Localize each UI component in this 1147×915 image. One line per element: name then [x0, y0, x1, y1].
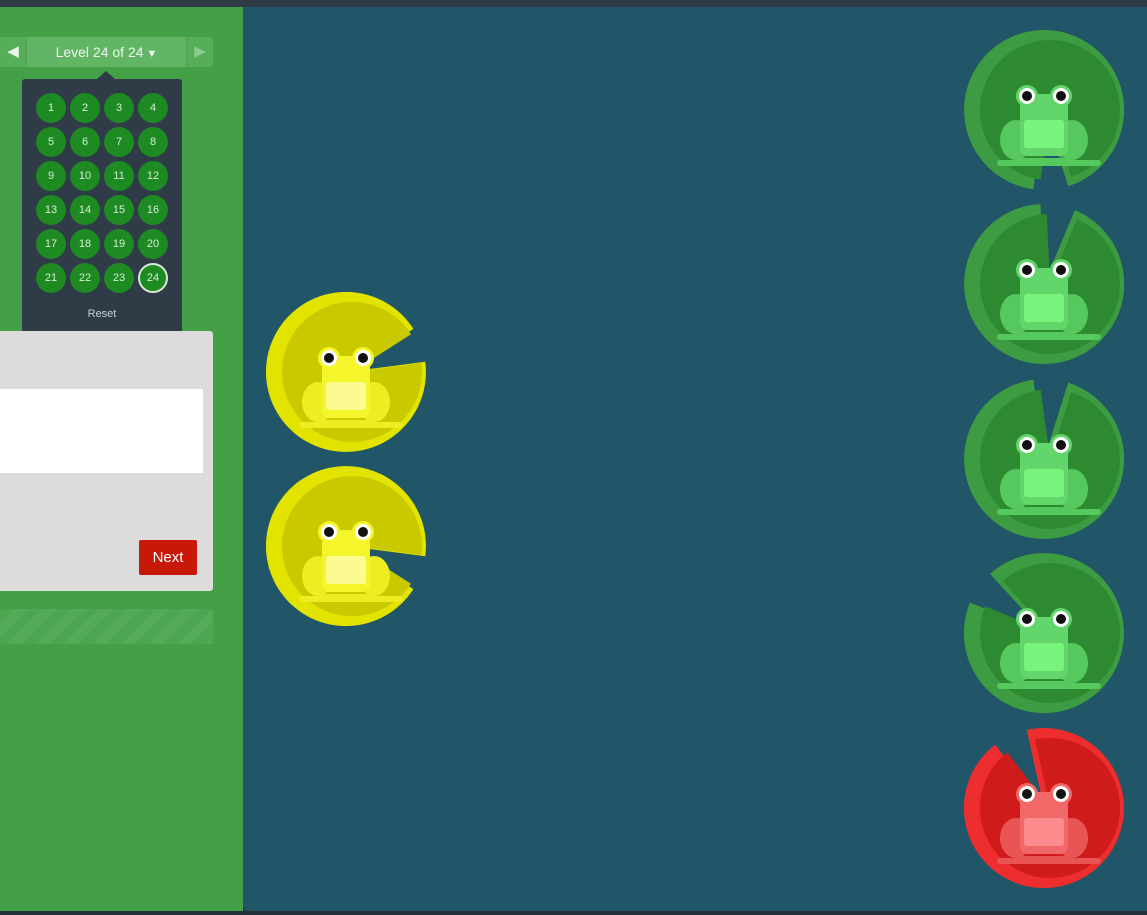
level-14-button[interactable]: 14	[70, 195, 100, 225]
level-23-button[interactable]: 23	[104, 263, 134, 293]
level-20-button[interactable]: 20	[138, 229, 168, 259]
level-6-button[interactable]: 6	[70, 127, 100, 157]
triangle-left-icon: ◀	[7, 43, 19, 60]
level-19-button[interactable]: 19	[104, 229, 134, 259]
level-indicator[interactable]: Level 24 of 24 ▼	[26, 37, 187, 67]
green-lilypad-3	[964, 379, 1124, 539]
level-7-button[interactable]: 7	[104, 127, 134, 157]
next-level-button[interactable]: ▶	[187, 37, 213, 67]
triangle-right-icon: ▶	[194, 43, 206, 60]
level-11-button[interactable]: 11	[104, 161, 134, 191]
code-editor[interactable]	[0, 389, 203, 473]
level-17-button[interactable]: 17	[36, 229, 66, 259]
bottom-bar	[0, 911, 1147, 915]
level-5-button[interactable]: 5	[36, 127, 66, 157]
level-10-button[interactable]: 10	[70, 161, 100, 191]
instruction-card: Next	[0, 331, 213, 591]
top-bar	[0, 0, 1147, 7]
caret-down-icon: ▼	[146, 48, 158, 60]
previous-level-button[interactable]: ◀	[0, 37, 26, 67]
red-lilypad-1	[964, 728, 1124, 888]
reset-link[interactable]: Reset	[22, 308, 182, 320]
level-menu: 1 2 3 4 5 6 7 8 9 10 11 12 13 14 15 16 17 18 19 20 21 22 23 24 …	[22, 71, 182, 337]
level-9-button[interactable]: 9	[36, 161, 66, 191]
green-lilypad-1	[964, 30, 1124, 190]
level-12-button[interactable]: 12	[138, 161, 168, 191]
level-22-button[interactable]: 22	[70, 263, 100, 293]
progress-bar	[0, 609, 213, 644]
yellow-frog-2	[266, 466, 426, 626]
yellow-frog-1	[266, 292, 426, 452]
next-button[interactable]: Next	[139, 540, 197, 575]
level-21-button[interactable]: 21	[36, 263, 66, 293]
level-3-button[interactable]: 3	[104, 93, 134, 123]
level-8-button[interactable]: 8	[138, 127, 168, 157]
level-18-button[interactable]: 18	[70, 229, 100, 259]
level-2-button[interactable]: 2	[70, 93, 100, 123]
level-label: Level 24 of 24	[55, 44, 144, 60]
level-4-button[interactable]: 4	[138, 93, 168, 123]
level-24-button[interactable]: 24	[138, 263, 168, 293]
green-lilypad-4	[964, 553, 1124, 713]
level-15-button[interactable]: 15	[104, 195, 134, 225]
level-16-button[interactable]: 16	[138, 195, 168, 225]
level-navigation: ◀ Level 24 of 24 ▼ ▶	[0, 37, 213, 67]
green-lilypad-2	[964, 204, 1124, 364]
level-1-button[interactable]: 1	[36, 93, 66, 123]
level-13-button[interactable]: 13	[36, 195, 66, 225]
